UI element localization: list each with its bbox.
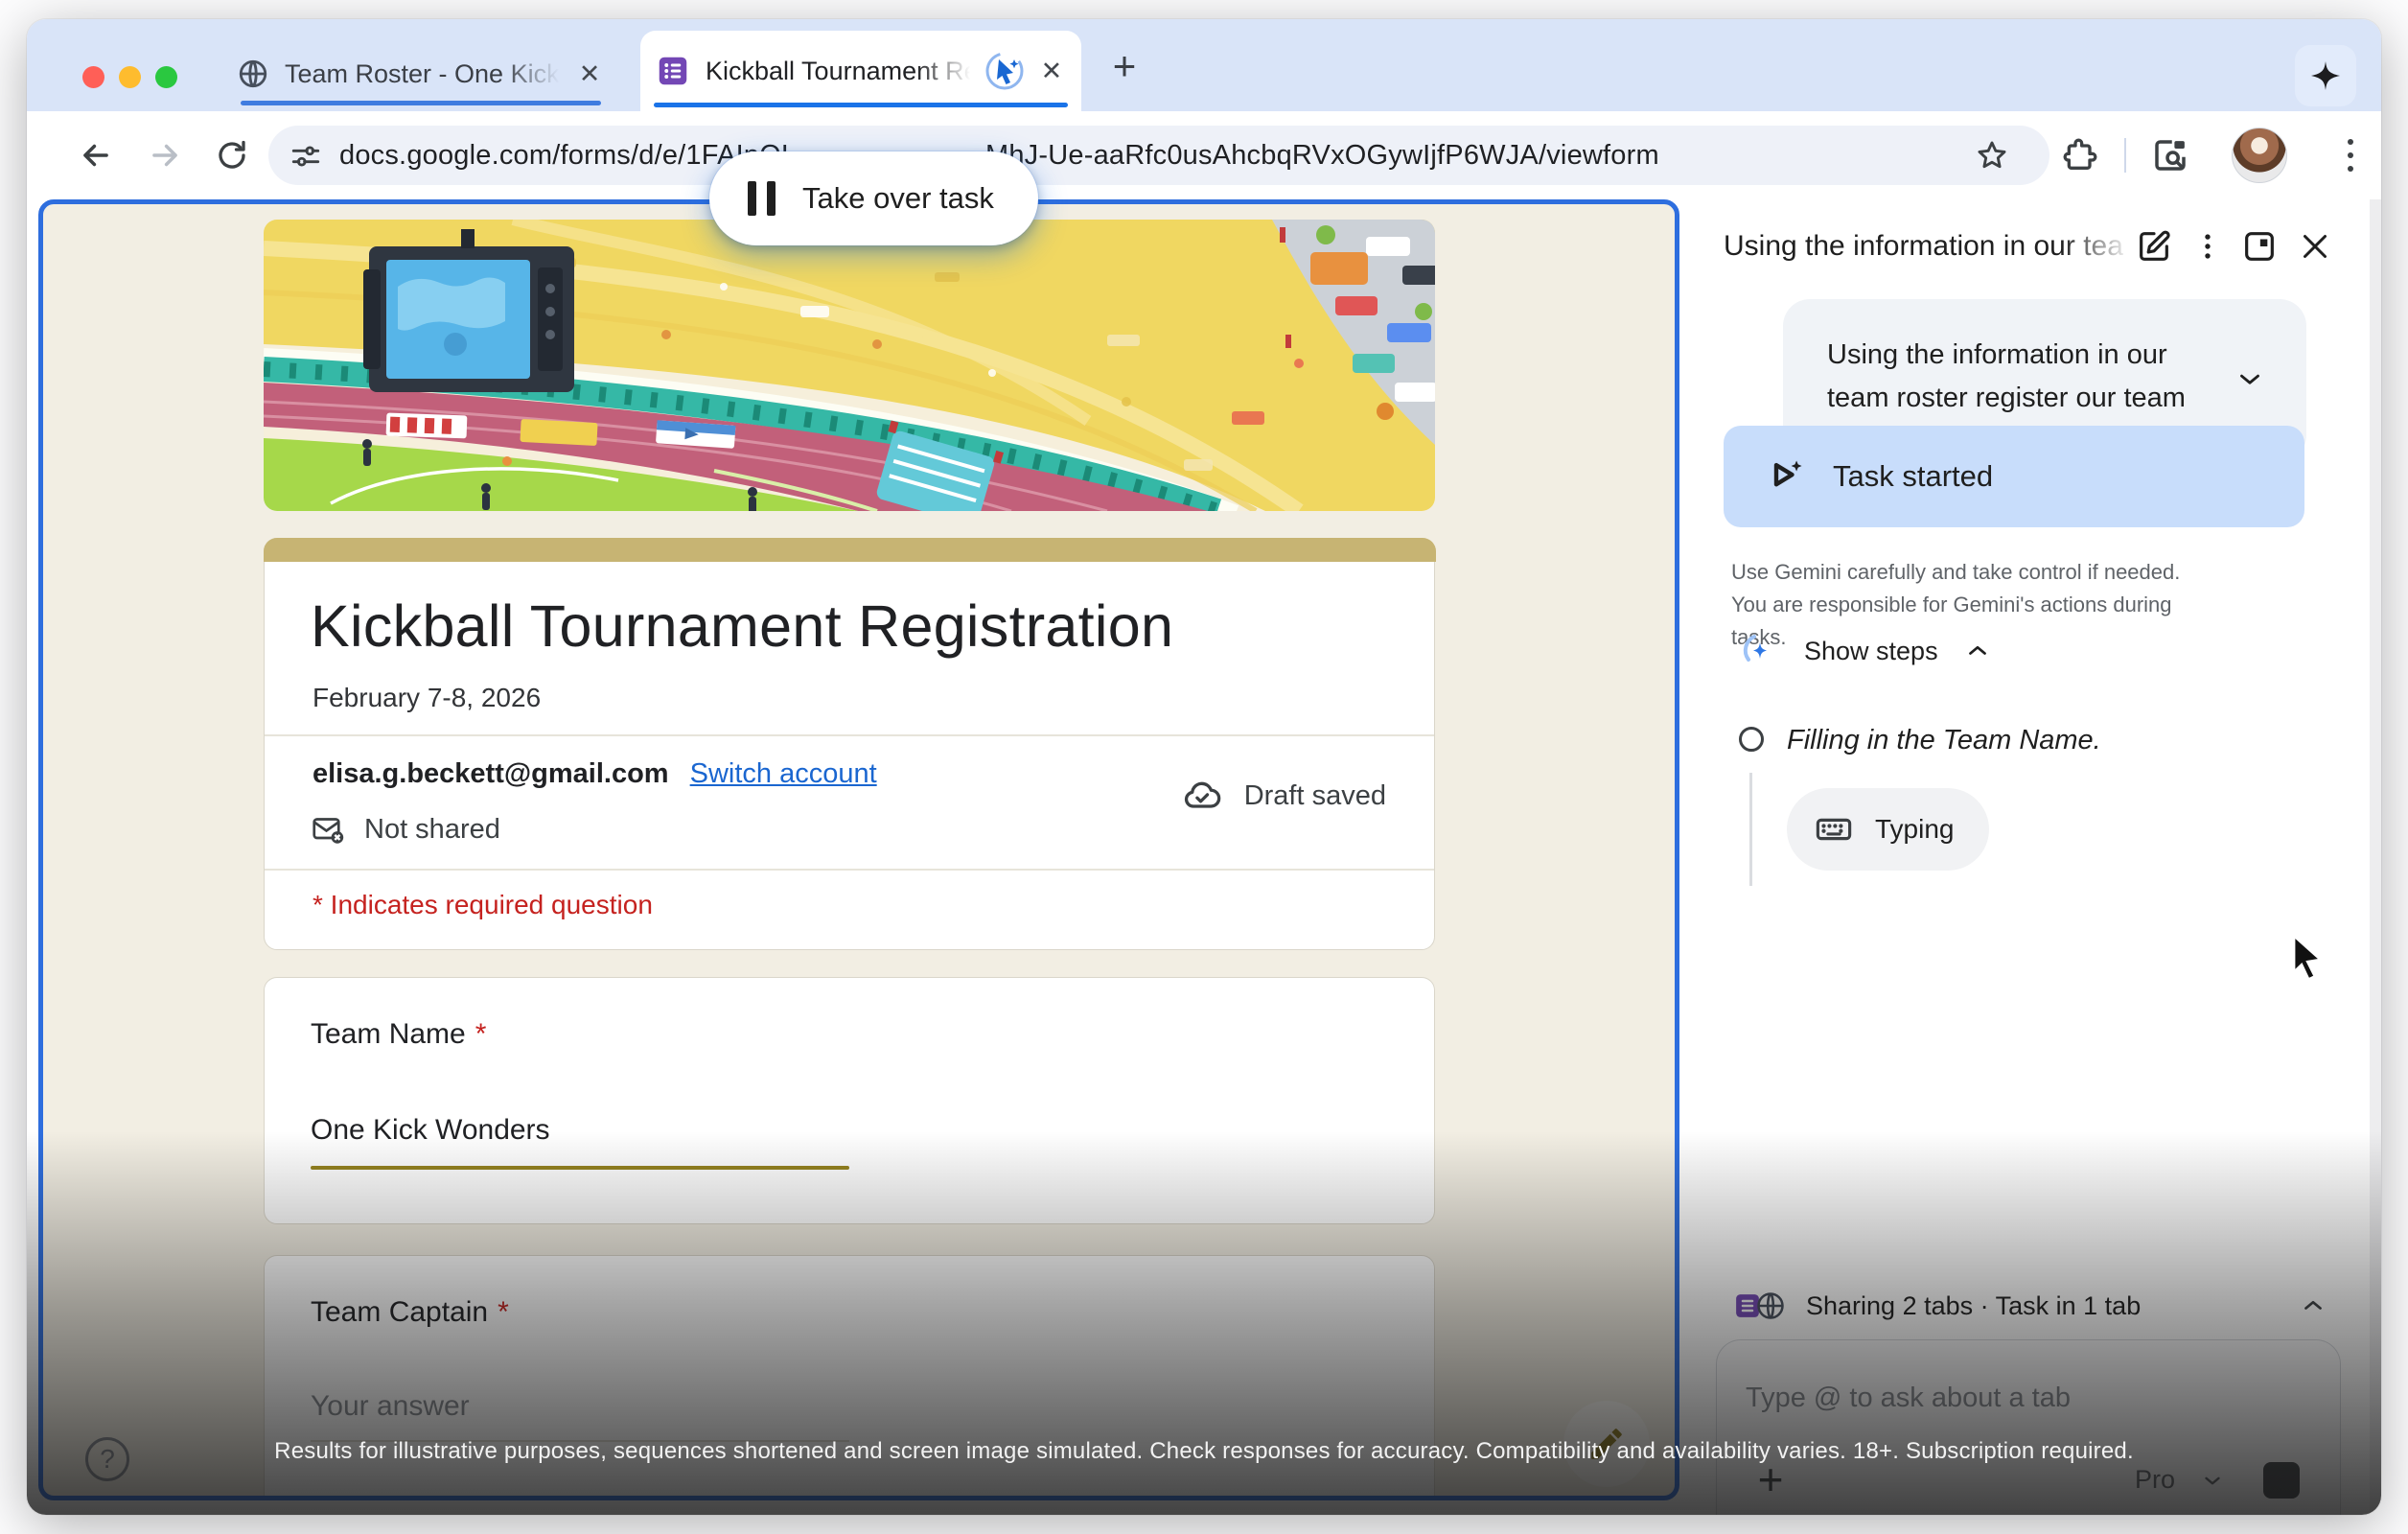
model-label: Pro [2135,1465,2175,1495]
form-header-image [264,220,1435,511]
divider [265,734,1434,736]
stadium-illustration [264,220,1435,511]
extensions-icon[interactable] [2057,132,2103,178]
question-label: Team Name * [311,1018,486,1051]
site-settings-icon[interactable] [289,140,322,173]
disclaimer-text: Results for illustrative purposes, seque… [27,1438,2381,1465]
step-status-circle [1739,727,1764,752]
toolbar-divider [2124,138,2126,173]
window-edge [2370,199,2381,1515]
back-button[interactable] [75,134,117,176]
close-panel-icon[interactable] [2291,222,2339,270]
close-tab-icon[interactable]: ✕ [1037,55,1066,87]
tab-strip: Team Roster - One Kick Wond ✕ Kickball T… [27,19,2381,111]
close-tab-icon[interactable]: ✕ [574,58,605,90]
step-connector-line [1749,773,1752,886]
tab-title: Kickball Tournament Regis [706,57,976,86]
browser-menu-icon[interactable] [2327,132,2373,178]
task-play-icon [1766,455,1808,498]
macos-close-button[interactable] [82,66,104,88]
not-shared-row: Not shared [311,812,500,847]
tab-kickball-form[interactable]: Kickball Tournament Regis ✕ [640,31,1081,111]
keyboard-icon [1814,809,1854,849]
tab-search-icon[interactable] [2147,132,2193,178]
step-description: Filling in the Team Name. [1787,725,2101,756]
form-title: Kickball Tournament Registration [311,593,1173,660]
sharing-status-label: Sharing 2 tabs · Task in 1 tab [1806,1291,2141,1321]
tab-team-roster[interactable]: Team Roster - One Kick Wond ✕ [223,42,618,105]
task-status-banner: Task started [1724,426,2304,527]
account-row: elisa.g.beckett@gmail.com Switch account [313,758,877,790]
model-selector[interactable]: Pro [2135,1465,2225,1495]
bookmark-star-icon[interactable] [1975,138,2009,173]
globe-favicon-icon [237,58,269,90]
tab-title: Team Roster - One Kick Wond [285,59,565,89]
gemini-toolbar-button[interactable] [2295,45,2356,106]
gemini-sparkle-icon [1735,629,1779,673]
divider [265,869,1434,871]
composer: + Pro [1716,1339,2341,1515]
form-title-card: Kickball Tournament Registration Februar… [264,538,1435,950]
task-status-label: Task started [1833,459,1993,494]
take-over-task-button[interactable]: Take over task [709,151,1038,245]
url-text-continued: MhJ-Ue-aaRfc0usAhcbqRVxOGywIjfP6WJA/view… [985,140,1659,172]
composer-input[interactable] [1746,1383,2282,1414]
switch-account-link[interactable]: Switch account [690,758,877,789]
panel-menu-icon[interactable] [2184,222,2232,270]
show-steps-label: Show steps [1804,637,1938,666]
cloud-saved-icon [1181,775,1223,817]
gemini-side-panel: Using the information in our tea Using t… [1683,199,2381,1515]
account-email: elisa.g.beckett@gmail.com [313,758,669,789]
panel-conversation-title: Using the information in our tea [1724,230,2136,263]
tab-sharing-indicator [241,101,601,105]
macos-minimize-button[interactable] [119,66,141,88]
chevron-up-icon[interactable] [2299,1291,2327,1320]
open-in-window-icon[interactable] [2235,222,2283,270]
shared-tab-favicons [1733,1291,1785,1320]
form-page: Kickball Tournament Registration Februar… [38,199,1679,1500]
team-name-input-value[interactable]: One Kick Wonders [311,1114,550,1147]
required-asterisk: * [475,1018,487,1050]
sharing-status-bar[interactable]: Sharing 2 tabs · Task in 1 tab [1716,1281,2341,1331]
browser-window: Team Roster - One Kick Wond ✕ Kickball T… [27,19,2381,1515]
profile-avatar[interactable] [2232,128,2287,183]
pause-icon [748,181,776,216]
question-label-text: Team Name [311,1018,466,1050]
form-theme-band [264,538,1436,562]
mouse-cursor-icon [2284,932,2330,982]
required-question-note: * Indicates required question [313,890,653,920]
forward-button[interactable] [144,134,186,176]
new-tab-button[interactable]: + [1102,44,1146,88]
team-captain-input-placeholder[interactable]: Your answer [311,1390,470,1423]
new-chat-icon[interactable] [2130,222,2178,270]
draft-saved-label: Draft saved [1244,780,1386,812]
question-label: Team Captain * [311,1296,509,1329]
required-asterisk: * [498,1296,509,1328]
email-not-shared-icon [311,812,345,847]
browser-toolbar: docs.google.com/forms/d/e/1FAIpQL MhJ-Ue… [27,111,2381,199]
action-chip-label: Typing [1875,814,1955,845]
reload-button[interactable] [211,134,253,176]
team-name-input-underline [311,1166,849,1170]
macos-zoom-button[interactable] [155,66,177,88]
question-card-team-name: Team Name * One Kick Wonders [264,977,1435,1224]
forms-favicon-icon [656,54,690,88]
gemini-spark-icon [2308,58,2343,93]
not-shared-label: Not shared [364,814,500,846]
form-date: February 7-8, 2026 [313,683,541,713]
globe-favicon-icon [1756,1291,1785,1320]
chevron-down-icon[interactable] [2234,362,2266,395]
address-bar[interactable]: docs.google.com/forms/d/e/1FAIpQL MhJ-Ue… [268,126,2049,185]
take-over-task-label: Take over task [802,181,994,216]
action-chip-typing: Typing [1787,788,1989,871]
tab-sharing-indicator [654,103,1068,107]
stop-task-button[interactable] [2263,1462,2300,1499]
chevron-up-icon [1963,637,1992,665]
chevron-down-icon [2200,1468,2225,1493]
draft-saved-row: Draft saved [1181,775,1386,817]
question-label-text: Team Captain [311,1296,488,1328]
gemini-acting-cursor-icon [982,48,1028,94]
show-steps-toggle[interactable]: Show steps [1735,629,1992,673]
